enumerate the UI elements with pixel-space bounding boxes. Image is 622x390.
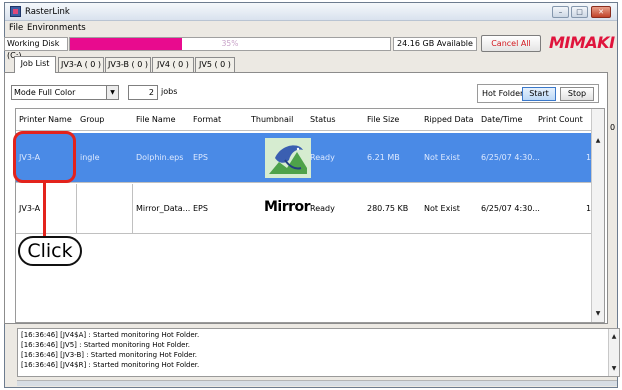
mode-value: Mode Full Color (14, 88, 76, 97)
status-bar (17, 380, 617, 386)
cell-status: Ready (310, 153, 335, 162)
col-file-size[interactable]: File Size (367, 115, 399, 124)
callout-line (43, 183, 46, 236)
col-printer-name[interactable]: Printer Name (19, 115, 72, 124)
col-print-count[interactable]: Print Count (538, 115, 583, 124)
tab-jv3-b[interactable]: JV3-B ( 0 ) (105, 57, 151, 72)
click-highlight-box (13, 131, 76, 183)
close-button[interactable]: ✕ (591, 6, 611, 18)
col-thumbnail[interactable]: Thumbnail (251, 115, 293, 124)
scroll-up-icon[interactable]: ▲ (592, 135, 604, 147)
table-row[interactable]: JV3-A ingle Dolphin.eps EPS Ready 6.21 M… (16, 133, 592, 183)
jobs-label: jobs (161, 87, 178, 96)
log-line: [16:36:46] [JV5] : Started monitoring Ho… (21, 341, 190, 349)
mirror-thumbnail-image: Mirror (264, 199, 311, 215)
app-icon (10, 6, 21, 17)
cell-date: 6/25/07 4:30... (481, 153, 540, 162)
cell-size: 280.75 KB (367, 204, 409, 213)
scroll-up-icon[interactable]: ▲ (609, 331, 619, 343)
cancel-all-button[interactable]: Cancel All (481, 35, 541, 52)
cell-file: Dolphin.eps (136, 153, 184, 162)
maximize-button[interactable]: □ (571, 6, 588, 18)
cell-group: ingle (80, 153, 100, 162)
jobs-count: 2 (128, 85, 158, 100)
log-line: [16:36:46] [JV4$A] : Started monitoring … (21, 331, 200, 339)
tab-job-list[interactable]: Job List (14, 56, 56, 73)
working-disk-label: Working Disk (C:) (4, 37, 68, 60)
scroll-down-icon[interactable]: ▼ (592, 308, 604, 320)
menu-bar: File Environments (5, 22, 617, 34)
cell-format: EPS (193, 153, 208, 162)
log-line: [16:36:46] [JV4$R] : Started monitoring … (21, 361, 200, 369)
table-row[interactable]: JV3-A Mirror_Data... EPS Mirror Ready 28… (16, 184, 592, 234)
col-date-time[interactable]: Date/Time (481, 115, 522, 124)
column-divider (76, 184, 77, 234)
mode-select[interactable]: Mode Full Color ▼ (11, 85, 119, 100)
start-button[interactable]: Start (522, 87, 556, 101)
scroll-down-icon[interactable]: ▼ (609, 363, 619, 375)
stop-button[interactable]: Stop (560, 87, 594, 101)
tab-jv3-a[interactable]: JV3-A ( 0 ) (58, 57, 104, 72)
log-line: [16:36:46] [JV3-B] : Started monitoring … (21, 351, 198, 359)
cell-status: Ready (310, 204, 335, 213)
hot-folder-group: Hot Folder Start Stop (477, 84, 599, 103)
col-status[interactable]: Status (310, 115, 336, 124)
cell-format: EPS (193, 204, 208, 213)
col-file-name[interactable]: File Name (136, 115, 176, 124)
minimize-button[interactable]: – (552, 6, 569, 18)
column-divider (132, 184, 133, 234)
cell-ripped: Not Exist (424, 153, 460, 162)
menu-file[interactable]: File (9, 23, 23, 33)
col-ripped-data[interactable]: Ripped Data (424, 115, 474, 124)
click-callout: Click (18, 236, 82, 266)
table-scrollbar[interactable]: ▲ ▼ (591, 109, 604, 322)
log-panel: [16:36:46] [JV4$A] : Started monitoring … (17, 328, 620, 377)
col-group[interactable]: Group (80, 115, 104, 124)
mimaki-logo: MIMAKI (549, 33, 615, 52)
menu-environments[interactable]: Environments (27, 23, 86, 33)
window-title: RasterLink (25, 7, 70, 17)
cell-file: Mirror_Data... (136, 204, 191, 213)
col-format[interactable]: Format (193, 115, 221, 124)
chevron-down-icon[interactable]: ▼ (106, 86, 118, 99)
dolphin-thumbnail-image (265, 138, 311, 178)
tab-jv5[interactable]: JV5 ( 0 ) (195, 57, 235, 72)
job-table: Printer Name Group File Name Format Thum… (15, 108, 605, 323)
cell-ripped: Not Exist (424, 204, 460, 213)
tab-jv4[interactable]: JV4 ( 0 ) (152, 57, 194, 72)
side-value: 0 (610, 123, 616, 132)
cell-size: 6.21 MB (367, 153, 400, 162)
hot-folder-label: Hot Folder (482, 89, 524, 98)
log-scrollbar[interactable]: ▲ ▼ (608, 329, 619, 376)
cell-date: 6/25/07 4:30... (481, 204, 540, 213)
table-header: Printer Name Group File Name Format Thum… (16, 109, 592, 131)
available-space: 24.16 GB Available (393, 37, 477, 51)
title-bar: RasterLink – □ ✕ (5, 3, 617, 21)
progress-percent: 35% (221, 39, 239, 48)
disk-usage-progress: 35% (69, 37, 391, 51)
cell-printer: JV3-A (19, 204, 41, 213)
